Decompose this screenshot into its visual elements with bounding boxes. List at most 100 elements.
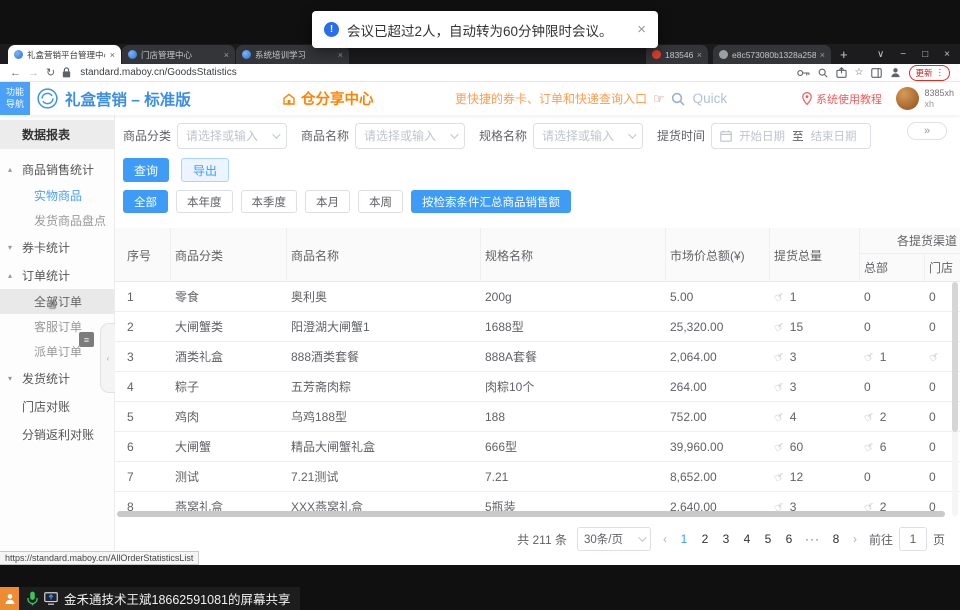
minimize-button[interactable]: −	[900, 49, 906, 60]
table-row: 7测试7.21测试7.218,652.00☞1200	[115, 462, 960, 492]
sidebar-sub-item[interactable]: 派单订单	[0, 339, 114, 364]
toast-close-icon[interactable]: ×	[637, 21, 646, 38]
sidebar-menu-icon[interactable]: ≡	[79, 332, 94, 347]
cell-spec: 1688型	[481, 312, 666, 341]
page-number[interactable]: 5	[763, 532, 773, 546]
filter-select[interactable]: 请选择或输入	[533, 123, 643, 149]
horizontal-scrollbar[interactable]	[117, 511, 945, 517]
sidebar-sub-item[interactable]: 发货商品盘点	[0, 208, 114, 233]
cell-pickup-total[interactable]: ☞12	[770, 462, 860, 491]
url-text[interactable]: standard.maboy.cn/GoodsStatistics	[80, 67, 237, 78]
page-list: 123456···8	[679, 532, 841, 546]
summary-button[interactable]: 按检索条件汇总商品销售额	[411, 190, 571, 213]
tab-close-icon[interactable]: ×	[697, 50, 702, 60]
browser-tab[interactable]: 礼盒营销平台管理中心×	[8, 45, 121, 64]
vertical-scrollbar[interactable]	[952, 282, 958, 516]
bookmark-star-icon[interactable]: ☆	[855, 67, 864, 78]
reload-icon[interactable]: ↻	[46, 66, 55, 79]
page-number[interactable]: 6	[784, 532, 794, 546]
back-icon[interactable]: ←	[10, 67, 21, 79]
cell-name: 乌鸡188型	[287, 402, 481, 431]
sidebar-group-item[interactable]: 门店对账	[0, 392, 114, 420]
share-bar-text: 金禾通技术王斌18662591081的屏幕共享	[64, 589, 290, 608]
close-button[interactable]: ×	[944, 49, 950, 60]
cell-pickup-total[interactable]: ☞4	[770, 402, 860, 431]
sidebar-group-item[interactable]: ▾券卡统计	[0, 233, 114, 261]
filter-select[interactable]: 请选择或输入	[355, 123, 465, 149]
chevron-down-icon[interactable]: ∨	[877, 49, 884, 60]
sidebar-group-item[interactable]: ▾发货统计	[0, 364, 114, 392]
microphone-icon	[27, 591, 38, 606]
sidebar-collapse-handle[interactable]: ‹	[100, 323, 115, 393]
quick-entry-promo: 更快捷的券卡、订单和快递查询入口 ☞ Quick	[455, 82, 727, 115]
cell-no: 2	[123, 312, 171, 341]
tab-close-icon[interactable]: ×	[338, 50, 343, 60]
new-tab-button[interactable]: +	[840, 46, 848, 64]
chevron-down-icon	[272, 130, 280, 138]
forward-icon[interactable]: →	[28, 67, 39, 79]
cell-hq[interactable]: ☞6	[860, 432, 925, 461]
cell-hq[interactable]: ☞1	[860, 342, 925, 371]
goto-page-input[interactable]	[899, 527, 927, 551]
chevron-down-icon: ▾	[8, 374, 12, 383]
update-button[interactable]: 更新 ⋮	[909, 65, 950, 81]
query-button[interactable]: 查询	[123, 158, 169, 182]
profile-icon[interactable]	[890, 67, 901, 78]
cell-pickup-total[interactable]: ☞3	[770, 342, 860, 371]
nav-toggle-button[interactable]: 功能导航	[0, 82, 30, 115]
cell-pickup-total[interactable]: ☞15	[770, 312, 860, 341]
page-number[interactable]: 4	[742, 532, 752, 546]
range-tab[interactable]: 全部	[123, 190, 168, 213]
page-number[interactable]: 8	[831, 532, 841, 546]
sidebar-group-item[interactable]: ▴商品销售统计	[0, 155, 114, 183]
sidebar-group-item[interactable]: 分销返利对账	[0, 420, 114, 448]
tab-close-icon[interactable]: ×	[820, 50, 825, 60]
sidebar-sub-item[interactable]: 客服订单	[0, 314, 114, 339]
next-page-button[interactable]: ›	[851, 532, 859, 546]
page-size-select[interactable]: 30条/页	[577, 527, 651, 551]
sidebar-group-item[interactable]: ▴订单统计	[0, 261, 114, 289]
zoom-icon[interactable]	[818, 68, 828, 78]
page-number[interactable]: 2	[700, 532, 710, 546]
pointer-hand-icon: ☞	[771, 378, 787, 395]
quick-label[interactable]: Quick	[693, 91, 728, 106]
side-panel-icon[interactable]	[871, 68, 882, 78]
prev-page-button[interactable]: ‹	[661, 532, 669, 546]
range-tab[interactable]: 本周	[358, 190, 403, 213]
cell-spec: 肉粽10个	[481, 372, 666, 401]
range-tab[interactable]: 本季度	[241, 190, 298, 213]
warehouse-share-center-link[interactable]: 仓分享中心	[282, 82, 374, 115]
range-tab[interactable]: 本年度	[176, 190, 233, 213]
cell-pickup-total[interactable]: ☞3	[770, 372, 860, 401]
cell-pickup-total[interactable]: ☞1	[770, 282, 860, 311]
expand-filters-button[interactable]: »	[907, 122, 947, 140]
tab-close-icon[interactable]: ×	[224, 50, 229, 60]
key-icon[interactable]	[797, 69, 810, 77]
browser-tab[interactable]: 1835464×	[646, 45, 708, 64]
date-range-input[interactable]: 开始日期 至 结束日期	[711, 123, 871, 149]
page-number[interactable]: 3	[721, 532, 731, 546]
sidebar-sub-label: 全部订单	[0, 293, 82, 310]
filter-select[interactable]: 请选择或输入	[177, 123, 287, 149]
sidebar-sub-item[interactable]: 实物商品	[0, 183, 114, 208]
sidebar-sub-item[interactable]: 全部订单	[0, 289, 114, 314]
user-box[interactable]: 8385xh xh	[896, 82, 954, 115]
export-button[interactable]: 导出	[181, 158, 229, 182]
cell-hq[interactable]: ☞2	[860, 402, 925, 431]
cell-amount: 8,652.00	[666, 462, 770, 491]
more-icon[interactable]: ⋮	[936, 67, 945, 78]
share-icon[interactable]	[836, 67, 847, 78]
column-header: 商品名称	[287, 228, 481, 282]
maximize-button[interactable]: □	[922, 49, 928, 60]
browser-tab[interactable]: 门店管理中心×	[122, 45, 235, 64]
browser-tab[interactable]: e8c573080b1328a258fd2e6f8×	[713, 45, 831, 64]
cell-no: 1	[123, 282, 171, 311]
range-tab[interactable]: 本月	[305, 190, 350, 213]
user-sub: xh	[924, 99, 954, 110]
tutorial-label: 系统使用教程	[816, 91, 882, 107]
cell-pickup-total[interactable]: ☞60	[770, 432, 860, 461]
tab-close-icon[interactable]: ×	[110, 50, 115, 60]
tutorial-link[interactable]: 系统使用教程	[802, 82, 882, 115]
quick-search-icon[interactable]	[671, 92, 685, 106]
page-number[interactable]: 1	[679, 532, 689, 546]
